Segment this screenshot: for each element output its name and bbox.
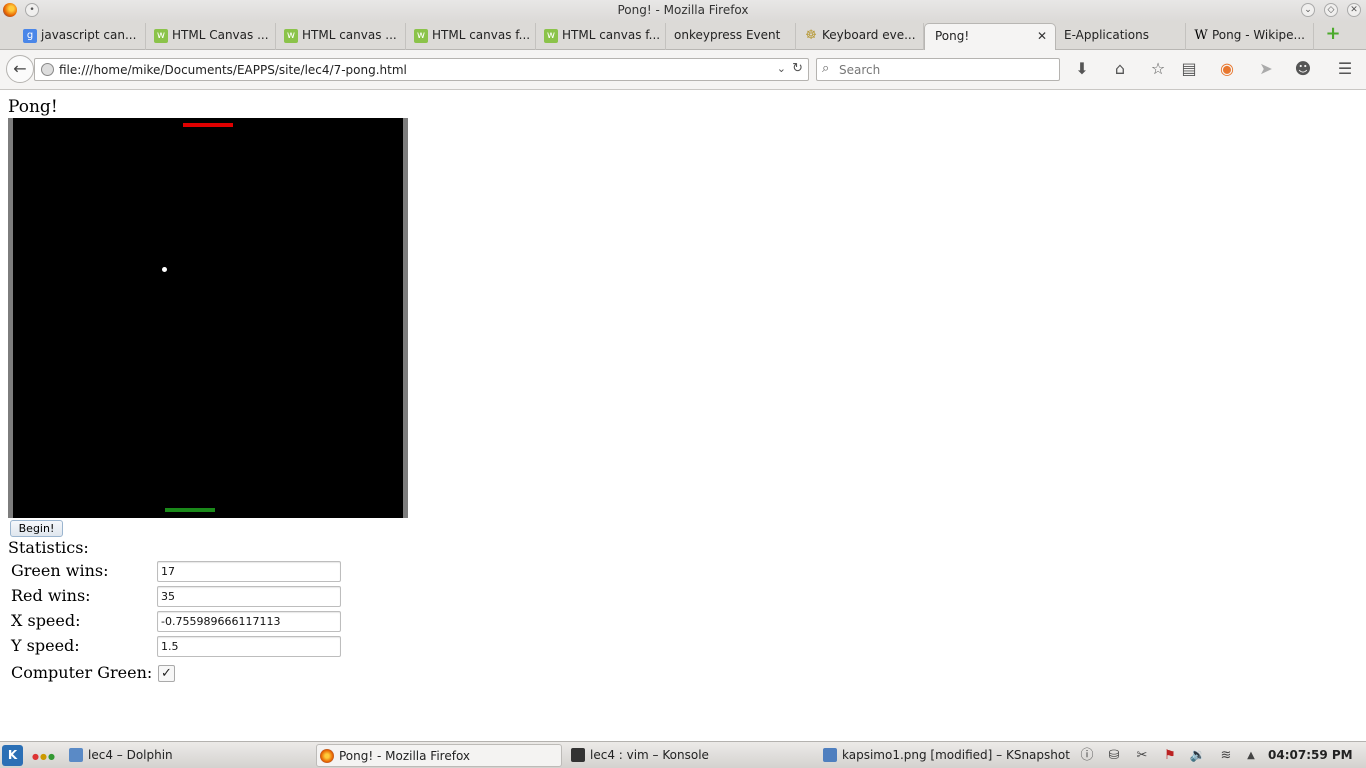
pocket-icon[interactable]: ◉ <box>1217 59 1237 79</box>
minimize-button[interactable]: ⌄ <box>1301 3 1315 17</box>
tab-pong-wikipedia[interactable]: W Pong - Wikipe... <box>1186 23 1314 50</box>
tab-e-applications[interactable]: E-Applications <box>1056 23 1186 50</box>
ksnapshot-icon <box>823 748 837 762</box>
pong-canvas[interactable] <box>8 118 408 518</box>
task-konsole[interactable]: lec4 : vim – Konsole <box>568 744 814 767</box>
statistics-heading: Statistics: <box>8 538 89 557</box>
search-input[interactable]: ⌕ Search <box>816 58 1060 81</box>
tab-label: HTML canvas f... <box>432 28 531 42</box>
navigation-toolbar: ← file:///home/mike/Documents/EAPPS/site… <box>0 50 1366 90</box>
red-wins-label: Red wins: <box>11 586 91 605</box>
tab-onkeypress-event[interactable]: onkeypress Event <box>666 23 796 50</box>
back-arrow-icon[interactable]: ← <box>6 55 34 83</box>
reading-list-icon[interactable]: ▤ <box>1179 59 1199 79</box>
task-ksnapshot[interactable]: kapsimo1.png [modified] – KSnapshot <box>820 744 1070 767</box>
wifi-icon[interactable]: ≋ <box>1217 747 1235 765</box>
reload-icon[interactable]: ↻ <box>792 61 803 76</box>
tab-label: E-Applications <box>1064 28 1149 42</box>
tab-label: Pong - Wikipe... <box>1212 28 1305 42</box>
w3schools-icon: w <box>154 29 168 43</box>
tab-bar: g javascript can... w HTML Canvas ... w … <box>0 21 1366 50</box>
terminal-icon <box>571 748 585 762</box>
window-title: Pong! - Mozilla Firefox <box>617 3 749 17</box>
volume-icon[interactable]: 🔉 <box>1189 747 1207 765</box>
klipper-scissors-icon[interactable]: ✂ <box>1133 747 1151 765</box>
x-speed-label: X speed: <box>11 611 81 630</box>
wikipedia-icon: W <box>1194 28 1208 43</box>
green-paddle <box>165 508 215 512</box>
tab-javascript-canvas[interactable]: g javascript can... <box>15 23 146 50</box>
tab-label: HTML canvas ... <box>302 28 397 42</box>
task-label: lec4 : vim – Konsole <box>590 748 709 762</box>
task-label: kapsimo1.png [modified] – KSnapshot <box>842 748 1070 762</box>
tab-label: onkeypress Event <box>674 28 781 42</box>
task-dolphin[interactable]: lec4 – Dolphin <box>66 744 312 767</box>
tab-label: Keyboard eve... <box>822 28 916 42</box>
tab-html-canvas-4[interactable]: w HTML canvas f... <box>536 23 666 50</box>
info-icon[interactable]: ⓘ <box>1078 747 1096 765</box>
dolphin-icon <box>69 748 83 762</box>
bookmark-star-icon[interactable]: ☆ <box>1148 59 1168 79</box>
maximize-button[interactable]: ◇ <box>1324 3 1338 17</box>
device-notifier-icon[interactable]: ⛁ <box>1105 747 1123 765</box>
url-bar[interactable]: file:///home/mike/Documents/EAPPS/site/l… <box>34 58 809 81</box>
red-wins-field[interactable]: 35 <box>157 586 341 607</box>
tab-pong[interactable]: Pong! ✕ <box>924 23 1056 50</box>
google-icon: g <box>23 29 37 43</box>
tab-label: Pong! <box>935 29 970 43</box>
task-label: Pong! - Mozilla Firefox <box>339 749 471 763</box>
hamburger-menu-icon[interactable]: ☰ <box>1335 59 1355 79</box>
close-tab-icon[interactable]: ✕ <box>1037 29 1047 43</box>
taskbar: K ●●● lec4 – Dolphin Pong! - Mozilla Fir… <box>0 741 1366 768</box>
tab-label: javascript can... <box>41 28 137 42</box>
y-speed-field[interactable]: 1.5 <box>157 636 341 657</box>
home-icon[interactable]: ⌂ <box>1110 59 1130 79</box>
computer-green-label: Computer Green: <box>11 663 153 682</box>
new-tab-plus-icon[interactable]: + <box>1325 25 1341 43</box>
clock[interactable]: 04:07:59 PM <box>1268 748 1353 762</box>
tab-html-canvas-2[interactable]: w HTML canvas ... <box>276 23 406 50</box>
keyboard-layout-us-flag-icon[interactable]: ⚑ <box>1161 747 1179 765</box>
close-window-button[interactable]: ✕ <box>1347 3 1361 17</box>
tab-label: HTML Canvas ... <box>172 28 269 42</box>
download-icon[interactable]: ⬇ <box>1072 59 1092 79</box>
search-icon: ⌕ <box>822 61 830 76</box>
begin-button[interactable]: Begin! <box>10 520 63 537</box>
w3schools-icon: w <box>414 29 428 43</box>
green-wins-field[interactable]: 17 <box>157 561 341 582</box>
task-firefox[interactable]: Pong! - Mozilla Firefox <box>316 744 562 767</box>
page-title: Pong! <box>8 97 58 117</box>
globe-icon <box>41 63 54 76</box>
window-title-bar: • Pong! - Mozilla Firefox ⌄ ◇ ✕ <box>0 0 1366 21</box>
w3schools-icon: w <box>284 29 298 43</box>
computer-green-checkbox[interactable]: ✓ <box>158 665 175 682</box>
firefox-icon <box>320 749 334 763</box>
search-placeholder: Search <box>839 63 881 77</box>
task-label: lec4 – Dolphin <box>88 748 173 762</box>
tab-label: HTML canvas f... <box>562 28 661 42</box>
url-text[interactable]: file:///home/mike/Documents/EAPPS/site/l… <box>59 63 407 77</box>
tab-html-canvas-1[interactable]: w HTML Canvas ... <box>146 23 276 50</box>
mdn-icon: ☸ <box>805 28 817 43</box>
w3schools-icon: w <box>544 29 558 43</box>
red-paddle <box>183 123 233 127</box>
tab-html-canvas-3[interactable]: w HTML canvas f... <box>406 23 536 50</box>
activities-icon[interactable]: ●●● <box>32 752 56 761</box>
x-speed-field[interactable]: -0.755989666117113 <box>157 611 341 632</box>
ball <box>162 267 167 272</box>
send-icon[interactable]: ➤ <box>1256 59 1276 79</box>
chat-icon[interactable]: ☻ <box>1293 59 1313 79</box>
y-speed-label: Y speed: <box>11 636 80 655</box>
green-wins-label: Green wins: <box>11 561 109 580</box>
tab-keyboard-events[interactable]: ☸ Keyboard eve... <box>796 23 924 50</box>
kde-menu-icon[interactable]: K <box>2 745 23 766</box>
chevron-down-icon[interactable]: ⌄ <box>777 62 786 75</box>
tray-expand-icon[interactable]: ▲ <box>1242 747 1260 765</box>
